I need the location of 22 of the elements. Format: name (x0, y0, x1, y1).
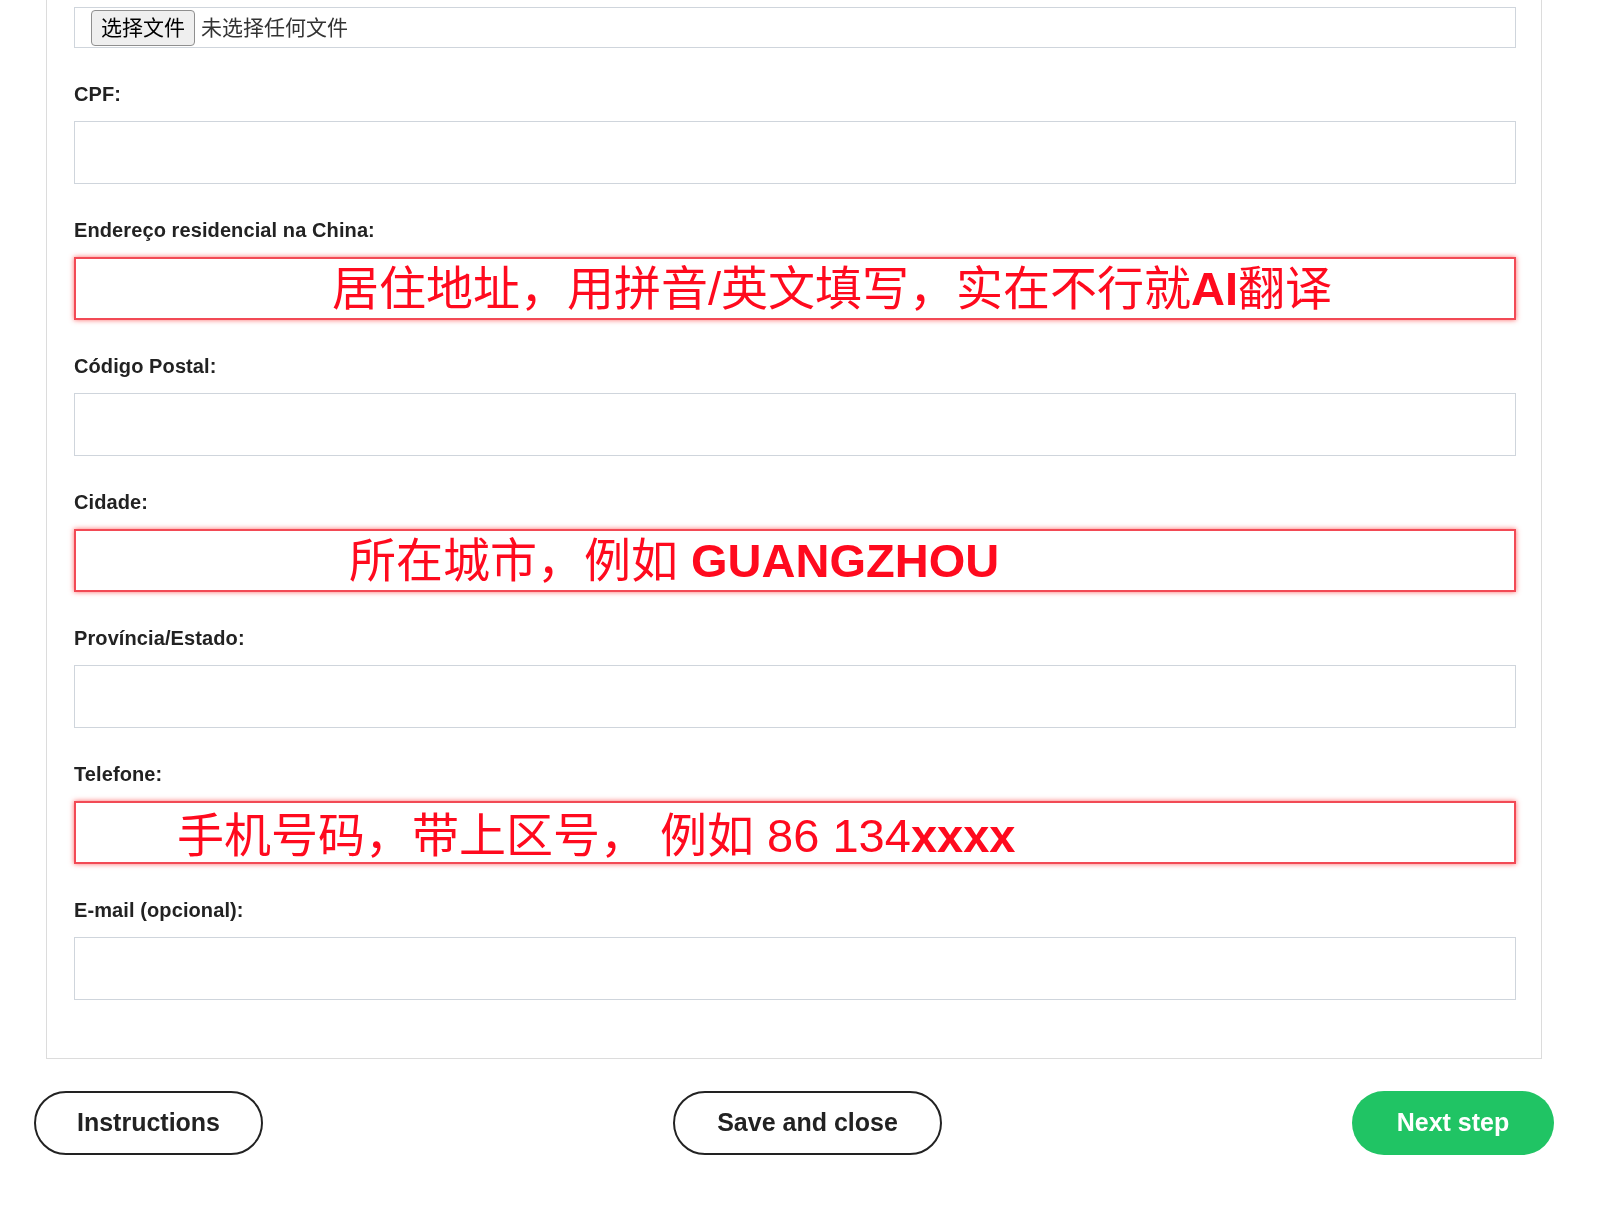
field-label: Código Postal: (74, 356, 217, 376)
field-label: CPF: (74, 84, 122, 104)
field-label: Cidade: (74, 492, 149, 512)
field-label: Telefone: (74, 764, 163, 784)
field-label: E-mail (opcional): (74, 900, 244, 920)
file-input-field[interactable]: 选择文件 未选择任何文件 (74, 7, 1516, 48)
annotation-text: 居住地址，用拼音/英文填写，实在不行就AI翻译 (332, 262, 1333, 315)
file-status-text: 未选择任何文件 (201, 17, 348, 38)
save-close-button[interactable]: Save and close (673, 1091, 942, 1155)
annotation-text: 所在城市，例如 GUANGZHOU (349, 534, 1000, 587)
input-field[interactable]: 所在城市，例如 GUANGZHOU (74, 529, 1516, 592)
field-label: Província/Estado: (74, 628, 245, 648)
input-field[interactable] (74, 937, 1516, 1000)
input-field[interactable] (74, 665, 1516, 728)
instructions-button[interactable]: Instructions (34, 1091, 263, 1155)
input-field[interactable] (74, 393, 1516, 456)
choose-file-button[interactable]: 选择文件 (91, 9, 195, 46)
input-field[interactable]: 居住地址，用拼音/英文填写，实在不行就AI翻译 (74, 257, 1516, 320)
field-label: Endereço residencial na China: (74, 220, 375, 240)
input-field[interactable] (74, 121, 1516, 184)
annotation-text: 手机号码，带上区号， 例如 86 134xxxx (177, 810, 1016, 862)
input-field[interactable]: 手机号码，带上区号， 例如 86 134xxxx (74, 801, 1516, 864)
